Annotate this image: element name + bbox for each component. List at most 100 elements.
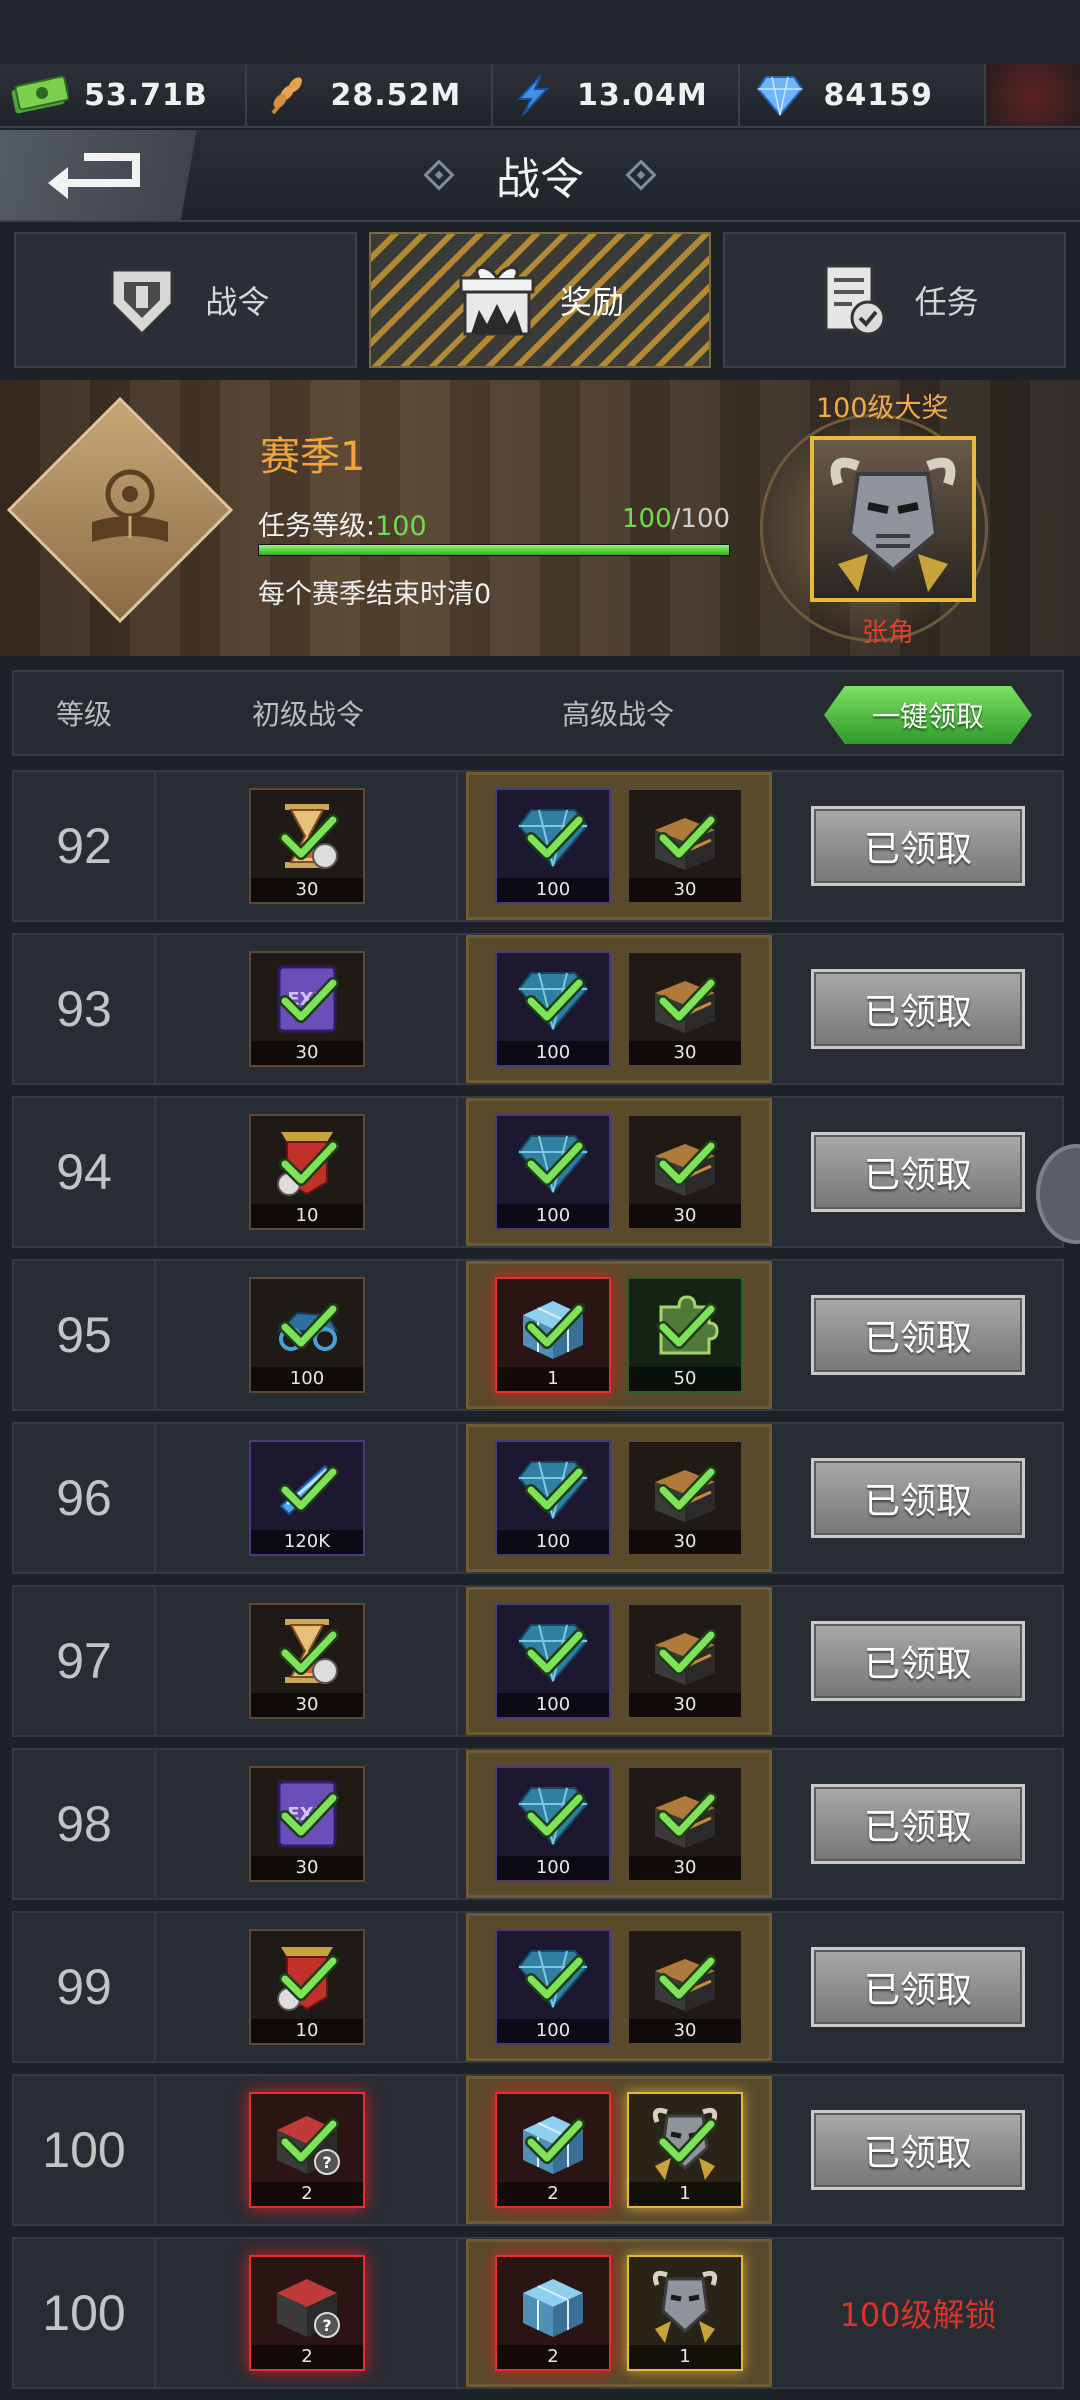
item-quantity: 30 xyxy=(629,1856,741,1880)
reward-item[interactable]: 1 xyxy=(627,2092,743,2208)
season-title: 赛季1 xyxy=(260,434,366,480)
resource-diamond[interactable]: 84159 xyxy=(740,64,986,126)
resource-food[interactable]: 28.52M xyxy=(247,64,493,126)
reward-item[interactable]: 100 xyxy=(495,788,611,904)
reward-item[interactable]: 30 xyxy=(627,1929,743,2045)
row-level: 95 xyxy=(14,1261,156,1409)
premium-pass-rewards: 1 50 xyxy=(466,1261,772,1409)
reward-item[interactable]: 100 xyxy=(495,1766,611,1882)
column-premium-pass: 高级战令 xyxy=(562,698,675,731)
tab-tasks[interactable]: 任务 xyxy=(723,232,1067,368)
basic-pass-reward: ? 2 xyxy=(158,2239,458,2387)
row-action: 已领取 xyxy=(774,1587,1062,1735)
title-ornament-right-icon xyxy=(625,159,657,191)
reward-item[interactable]: 100 xyxy=(495,1114,611,1230)
item-quantity: 2 xyxy=(251,2182,363,2206)
item-quantity: 30 xyxy=(629,2019,741,2043)
reward-row: 97 30 100 30 已领取 xyxy=(12,1585,1064,1737)
check-icon xyxy=(279,1301,339,1351)
grand-prize-portrait[interactable] xyxy=(810,436,976,602)
season-reset-note: 每个赛季结束时清0 xyxy=(258,579,492,610)
claimed-button[interactable]: 已领取 xyxy=(811,969,1025,1049)
reward-item[interactable]: 30 xyxy=(627,1603,743,1719)
check-icon xyxy=(525,1138,585,1188)
premium-pass-rewards: 100 30 xyxy=(466,1750,772,1898)
item-quantity: 30 xyxy=(629,1204,741,1228)
basic-pass-reward: 100 xyxy=(158,1261,458,1409)
claim-all-button[interactable]: 一键领取 xyxy=(824,686,1032,744)
reward-item[interactable]: EXP 30 xyxy=(249,1766,365,1882)
premium-pass-rewards: 100 30 xyxy=(466,772,772,920)
claimed-button[interactable]: 已领取 xyxy=(811,1458,1025,1538)
reward-item[interactable]: 100 xyxy=(495,1440,611,1556)
reward-item[interactable]: 10 xyxy=(249,1114,365,1230)
tab-rewards[interactable]: 奖励 xyxy=(368,232,712,368)
reward-item[interactable]: 30 xyxy=(627,1114,743,1230)
claimed-button[interactable]: 已领取 xyxy=(811,1947,1025,2027)
check-icon xyxy=(525,812,585,862)
claimed-button[interactable]: 已领取 xyxy=(811,1132,1025,1212)
reward-item[interactable]: ? 2 xyxy=(249,2255,365,2371)
tab-battle-pass-label: 战令 xyxy=(205,283,270,321)
title-bar: 战令 xyxy=(0,130,1080,222)
check-icon xyxy=(525,975,585,1025)
unlock-requirement: 100级解锁 xyxy=(839,2296,997,2334)
row-level: 97 xyxy=(14,1587,156,1735)
hero-portrait-icon xyxy=(830,457,956,592)
item-quantity: 10 xyxy=(251,1204,363,1228)
reward-item[interactable]: ? 2 xyxy=(249,2092,365,2208)
reward-item[interactable]: 100 xyxy=(495,951,611,1067)
cube-chest-icon xyxy=(497,2257,609,2349)
resource-extra-slot[interactable] xyxy=(986,64,1080,126)
mystery-chest-icon: ? xyxy=(251,2257,363,2349)
resource-cash[interactable]: 53.71B xyxy=(0,64,247,126)
tab-battle-pass[interactable]: 战令 xyxy=(14,232,357,368)
food-value: 28.52M xyxy=(330,77,462,113)
reward-item[interactable]: 100 xyxy=(249,1277,365,1393)
reward-item[interactable]: 100 xyxy=(495,1929,611,2045)
row-action: 已领取 xyxy=(774,1261,1062,1409)
reward-item[interactable]: 2 xyxy=(495,2092,611,2208)
item-quantity: 100 xyxy=(497,2019,609,2043)
task-clipboard-icon xyxy=(811,259,893,341)
reward-item[interactable]: 30 xyxy=(627,788,743,904)
check-icon xyxy=(657,2116,717,2166)
reward-item[interactable]: 30 xyxy=(249,1603,365,1719)
reward-item[interactable]: 1 xyxy=(495,1277,611,1393)
row-action: 已领取 xyxy=(774,935,1062,1083)
row-level: 96 xyxy=(14,1424,156,1572)
reward-item[interactable]: 120K xyxy=(249,1440,365,1556)
reward-item[interactable]: 1 xyxy=(627,2255,743,2371)
reward-item[interactable]: 30 xyxy=(627,951,743,1067)
item-quantity: 100 xyxy=(497,1856,609,1880)
resource-bar: 53.71B 28.52M 13.04M 84159 xyxy=(0,64,1080,128)
reward-item[interactable]: 30 xyxy=(249,788,365,904)
reward-item[interactable]: EXP 30 xyxy=(249,951,365,1067)
item-quantity: 1 xyxy=(497,1367,609,1391)
reward-item[interactable]: 30 xyxy=(627,1766,743,1882)
check-icon xyxy=(525,1464,585,1514)
claimed-button[interactable]: 已领取 xyxy=(811,806,1025,886)
row-action: 已领取 xyxy=(774,772,1062,920)
back-button[interactable] xyxy=(0,130,230,220)
reward-item[interactable]: 50 xyxy=(627,1277,743,1393)
reward-item[interactable]: 10 xyxy=(249,1929,365,2045)
claimed-button[interactable]: 已领取 xyxy=(811,1621,1025,1701)
claimed-button[interactable]: 已领取 xyxy=(811,1295,1025,1375)
basic-pass-reward: EXP 30 xyxy=(158,935,458,1083)
resource-energy[interactable]: 13.04M xyxy=(493,64,740,126)
check-icon xyxy=(279,2116,339,2166)
task-level-value: 100 xyxy=(375,511,427,542)
reward-item[interactable]: 2 xyxy=(495,2255,611,2371)
task-level: 任务等级:100 xyxy=(258,504,427,543)
battle-pass-emblem-icon xyxy=(101,259,183,341)
reward-item[interactable]: 100 xyxy=(495,1603,611,1719)
check-icon xyxy=(657,1301,717,1351)
check-icon xyxy=(657,1627,717,1677)
tab-tasks-label: 任务 xyxy=(914,283,979,321)
item-quantity: 120K xyxy=(251,1530,363,1554)
check-icon xyxy=(279,975,339,1025)
claimed-button[interactable]: 已领取 xyxy=(811,1784,1025,1864)
reward-item[interactable]: 30 xyxy=(627,1440,743,1556)
claimed-button[interactable]: 已领取 xyxy=(811,2110,1025,2190)
